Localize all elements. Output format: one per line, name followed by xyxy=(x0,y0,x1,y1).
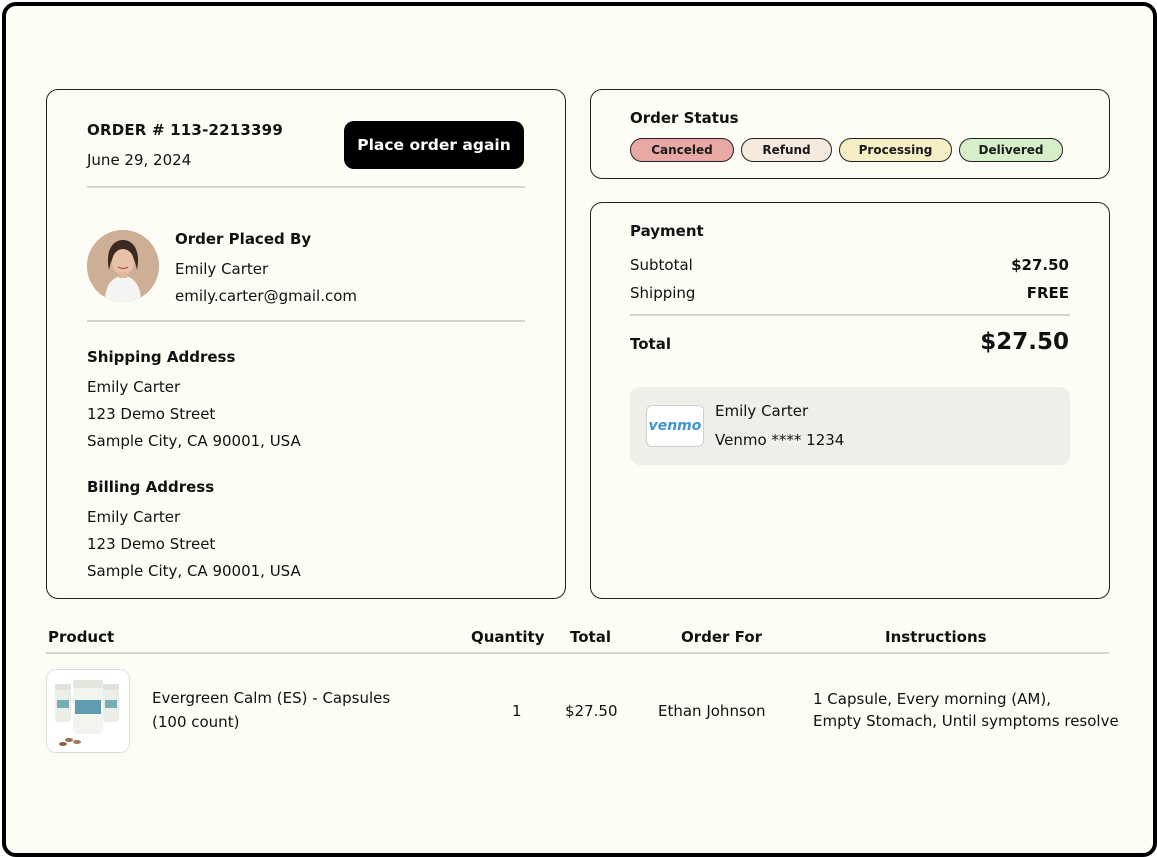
column-header-order-for: Order For xyxy=(681,628,763,646)
shipping-value: FREE xyxy=(1026,284,1069,302)
status-pill-canceled[interactable]: Canceled xyxy=(630,138,734,162)
status-pill-delivered[interactable]: Delivered xyxy=(959,138,1063,162)
product-name-line2: (100 count) xyxy=(152,713,240,731)
order-for-name: Ethan Johnson xyxy=(658,702,766,720)
order-status-card: Order Status Canceled Refund Processing … xyxy=(590,89,1110,179)
shipping-city: Sample City, CA 90001, USA xyxy=(87,432,301,450)
column-header-total: Total xyxy=(570,628,611,646)
product-name-line1: Evergreen Calm (ES) - Capsules xyxy=(152,689,391,707)
customer-email: emily.carter@gmail.com xyxy=(175,287,358,305)
column-header-product: Product xyxy=(48,628,115,646)
divider xyxy=(87,186,525,188)
column-header-instructions: Instructions xyxy=(885,628,987,646)
billing-city: Sample City, CA 90001, USA xyxy=(87,562,301,580)
payment-card: Payment Subtotal $27.50 Shipping FREE To… xyxy=(590,202,1110,599)
payment-method-box: venmo Emily Carter Venmo **** 1234 xyxy=(630,387,1070,465)
shipping-street: 123 Demo Street xyxy=(87,405,216,423)
shipping-address-heading: Shipping Address xyxy=(87,348,236,366)
total-value: $27.50 xyxy=(980,329,1069,355)
order-details-card: ORDER # 113-2213399 June 29, 2024 Place … xyxy=(46,89,566,599)
product-image xyxy=(46,669,130,753)
product-quantity: 1 xyxy=(512,702,522,720)
avatar xyxy=(87,230,159,302)
billing-street: 123 Demo Street xyxy=(87,535,216,553)
status-pill-refund[interactable]: Refund xyxy=(741,138,832,162)
shipping-name: Emily Carter xyxy=(87,378,181,396)
column-header-quantity: Quantity xyxy=(471,628,545,646)
shipping-label: Shipping xyxy=(630,284,696,302)
instructions-line1: 1 Capsule, Every morning (AM), xyxy=(813,690,1051,708)
instructions-line2: Empty Stomach, Until symptoms resolve xyxy=(813,712,1119,730)
payment-method-name: Emily Carter xyxy=(715,402,809,420)
table-header-divider xyxy=(46,652,1109,654)
divider xyxy=(87,320,525,322)
subtotal-value: $27.50 xyxy=(1011,256,1069,274)
billing-address-heading: Billing Address xyxy=(87,478,215,496)
order-number: ORDER # 113-2213399 xyxy=(87,121,283,139)
place-order-again-button[interactable]: Place order again xyxy=(344,121,524,169)
subtotal-label: Subtotal xyxy=(630,256,693,274)
order-status-heading: Order Status xyxy=(630,109,739,127)
venmo-logo: venmo xyxy=(646,405,704,447)
status-pill-processing[interactable]: Processing xyxy=(839,138,952,162)
order-date: June 29, 2024 xyxy=(87,151,192,169)
payment-heading: Payment xyxy=(630,222,704,240)
customer-name: Emily Carter xyxy=(175,260,269,278)
payment-method-account: Venmo **** 1234 xyxy=(715,431,845,449)
total-label: Total xyxy=(630,335,671,353)
order-placed-by-heading: Order Placed By xyxy=(175,230,312,248)
billing-name: Emily Carter xyxy=(87,508,181,526)
divider xyxy=(630,314,1070,316)
product-total: $27.50 xyxy=(565,702,618,720)
